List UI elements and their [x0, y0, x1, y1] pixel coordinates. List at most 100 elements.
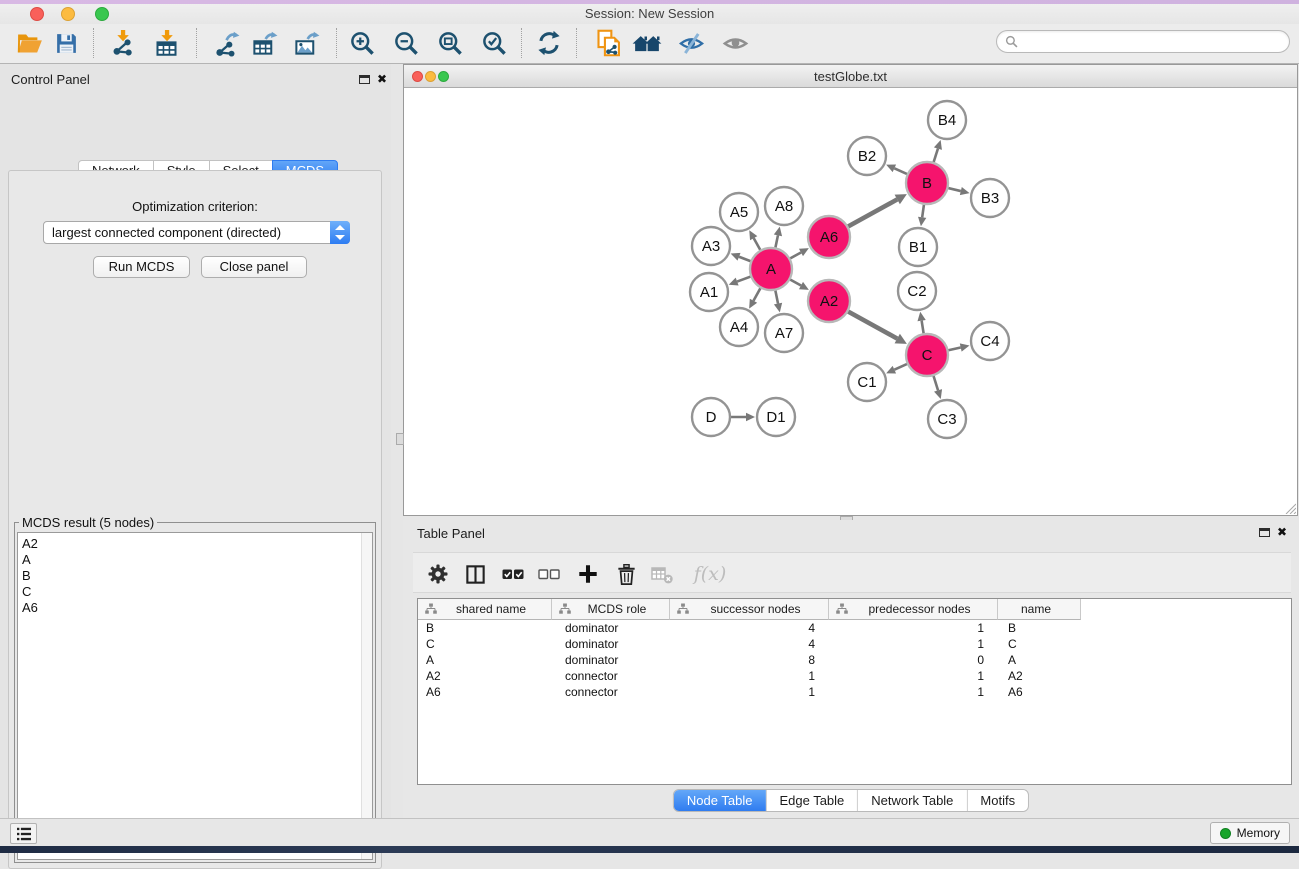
- zoom-out-button[interactable]: [389, 25, 423, 61]
- table-cell[interactable]: B: [998, 620, 1081, 636]
- table-cell[interactable]: A6: [998, 684, 1081, 700]
- zoom-in-button[interactable]: [345, 25, 379, 61]
- table-cell[interactable]: connector: [552, 668, 670, 684]
- search-box[interactable]: [996, 30, 1290, 53]
- table-cell[interactable]: 4: [670, 620, 829, 636]
- table-row[interactable]: Bdominator41B: [418, 620, 1291, 636]
- delete-table-button[interactable]: [647, 559, 677, 589]
- control-panel-float-icon[interactable]: [359, 75, 370, 84]
- open-session-button[interactable]: [12, 25, 46, 61]
- select-all-columns-button[interactable]: [498, 559, 528, 589]
- show-column-browser-button[interactable]: [460, 559, 490, 589]
- table-cell[interactable]: 1: [829, 636, 998, 652]
- control-panel-close-icon[interactable]: ✖: [377, 73, 387, 85]
- tab-motifs[interactable]: Motifs: [967, 790, 1028, 811]
- table-cell[interactable]: A6: [418, 684, 552, 700]
- home-button[interactable]: [630, 25, 664, 61]
- search-icon: [1005, 35, 1018, 48]
- table-row[interactable]: Adominator80A: [418, 652, 1291, 668]
- export-image-button[interactable]: [289, 25, 323, 61]
- table-cell[interactable]: 1: [829, 620, 998, 636]
- function-builder-button[interactable]: f(x): [688, 559, 732, 589]
- network-window-titlebar[interactable]: testGlobe.txt: [404, 65, 1297, 88]
- column-header-name[interactable]: name: [998, 599, 1081, 620]
- edge-arrowhead-icon: [960, 343, 970, 351]
- plus-icon: [577, 563, 599, 585]
- table-cell[interactable]: 1: [670, 684, 829, 700]
- result-item[interactable]: A6: [22, 600, 372, 616]
- window-resize-grip[interactable]: [1283, 501, 1296, 514]
- duplicate-network-button[interactable]: [592, 25, 626, 61]
- table-cell[interactable]: dominator: [552, 620, 670, 636]
- table-settings-button[interactable]: [423, 559, 453, 589]
- table-cell[interactable]: A2: [418, 668, 552, 684]
- table-row[interactable]: A6connector11A6: [418, 684, 1291, 700]
- table-row[interactable]: A2connector11A2: [418, 668, 1291, 684]
- app-titlebar: Session: New Session: [0, 4, 1299, 24]
- tab-edge-table[interactable]: Edge Table: [766, 790, 858, 811]
- show-panels-list-button[interactable]: [10, 823, 37, 844]
- edge-arrowhead-icon: [774, 227, 782, 237]
- column-header-predecessor-nodes[interactable]: predecessor nodes: [829, 599, 998, 620]
- search-input[interactable]: [1023, 35, 1281, 49]
- column-header-label: predecessor nodes: [848, 602, 997, 616]
- optimization-criterion-label: Optimization criterion:: [9, 199, 381, 214]
- table-cell[interactable]: B: [418, 620, 552, 636]
- result-item[interactable]: A: [22, 552, 372, 568]
- network-view-window: testGlobe.txt B4B2BB3B1A5A8A6A3AA1C2A4A7…: [403, 64, 1298, 516]
- table-cell[interactable]: C: [998, 636, 1081, 652]
- table-cell[interactable]: A: [998, 652, 1081, 668]
- export-network-button[interactable]: [209, 25, 243, 61]
- table-cell[interactable]: 1: [829, 684, 998, 700]
- save-session-button[interactable]: [49, 25, 83, 61]
- table-cell[interactable]: 4: [670, 636, 829, 652]
- column-header-MCDS-role[interactable]: MCDS role: [552, 599, 670, 620]
- zoom-selected-button[interactable]: [477, 25, 511, 61]
- run-mcds-button[interactable]: Run MCDS: [93, 256, 190, 278]
- column-header-shared-name[interactable]: shared name: [418, 599, 552, 620]
- double-home-icon: [632, 28, 662, 58]
- result-item[interactable]: A2: [22, 536, 372, 552]
- create-column-button[interactable]: [573, 559, 603, 589]
- close-panel-button[interactable]: Close panel: [201, 256, 307, 278]
- table-cell[interactable]: C: [418, 636, 552, 652]
- tab-node-table[interactable]: Node Table: [674, 790, 767, 811]
- table-cell[interactable]: 0: [829, 652, 998, 668]
- memory-button[interactable]: Memory: [1210, 822, 1290, 844]
- table-cell[interactable]: 1: [670, 668, 829, 684]
- table-cell[interactable]: dominator: [552, 652, 670, 668]
- column-header-successor-nodes[interactable]: successor nodes: [670, 599, 829, 620]
- result-item[interactable]: B: [22, 568, 372, 584]
- edge-arrowhead-icon: [960, 187, 970, 195]
- table-cell[interactable]: A2: [998, 668, 1081, 684]
- table-cell[interactable]: A: [418, 652, 552, 668]
- import-network-button[interactable]: [105, 25, 139, 61]
- table-cell[interactable]: 1: [829, 668, 998, 684]
- delete-column-button[interactable]: [611, 559, 641, 589]
- tab-network-table[interactable]: Network Table: [858, 790, 967, 811]
- table-cell[interactable]: 8: [670, 652, 829, 668]
- result-item[interactable]: C: [22, 584, 372, 600]
- eye-slash-icon: [678, 30, 705, 57]
- vertical-divider-grip[interactable]: [396, 433, 404, 445]
- criterion-selected-value: largest connected component (directed): [44, 225, 330, 240]
- table-panel-float-icon[interactable]: [1259, 528, 1270, 537]
- graph-node-label: A7: [775, 325, 793, 342]
- result-list-scrollbar[interactable]: [361, 533, 372, 859]
- show-all-button[interactable]: [718, 25, 752, 61]
- refresh-button[interactable]: [532, 25, 566, 61]
- import-table-button[interactable]: [149, 25, 183, 61]
- zoom-fit-button[interactable]: [433, 25, 467, 61]
- hide-selected-button[interactable]: [674, 25, 708, 61]
- table-panel-close-icon[interactable]: ✖: [1277, 526, 1287, 538]
- node-table[interactable]: shared nameMCDS rolesuccessor nodes prede…: [417, 598, 1292, 785]
- network-canvas[interactable]: B4B2BB3B1A5A8A6A3AA1C2A4A7A2C4CC1C3DD1: [404, 88, 1297, 515]
- criterion-select[interactable]: largest connected component (directed): [43, 221, 350, 244]
- table-row[interactable]: Cdominator41C: [418, 636, 1291, 652]
- unselect-all-columns-button[interactable]: [534, 559, 564, 589]
- table-cell[interactable]: connector: [552, 684, 670, 700]
- memory-status-icon: [1220, 828, 1231, 839]
- export-table-button[interactable]: [247, 25, 281, 61]
- table-cell[interactable]: dominator: [552, 636, 670, 652]
- trash-icon: [615, 563, 638, 586]
